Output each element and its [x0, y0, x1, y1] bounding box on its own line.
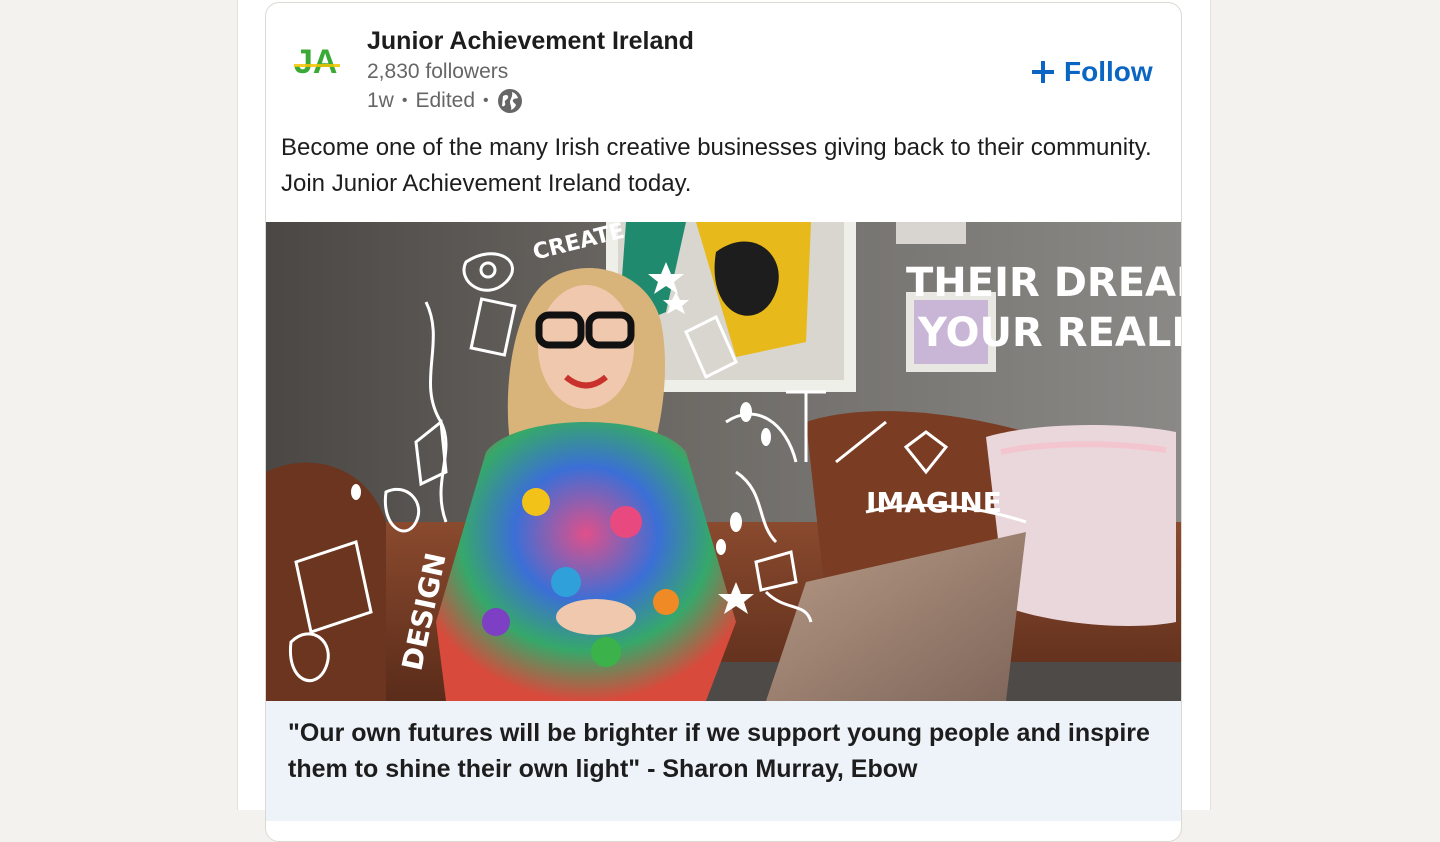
edited-label: Edited [415, 89, 476, 112]
doodle-imagine: IMAGINE [866, 486, 1002, 519]
post-image-illustration: CREATE IMAGINE DESIGN THEIR DREAMS. YOUR… [266, 222, 1181, 701]
post-meta: 1w • Edited • [367, 87, 523, 115]
post-image[interactable]: CREATE IMAGINE DESIGN THEIR DREAMS. YOUR… [266, 222, 1181, 701]
plus-icon [1032, 61, 1054, 83]
image-headline-line2: YOUR REALITY. [917, 310, 1181, 356]
separator-dot: • [401, 92, 408, 109]
follow-button[interactable]: Follow [1026, 50, 1157, 94]
follow-label: Follow [1064, 56, 1153, 87]
post-time: 1w [367, 89, 394, 112]
company-logo[interactable]: JA [292, 40, 344, 80]
image-headline-line1: THEIR DREAMS. [906, 260, 1181, 306]
post-text: Become one of the many Irish creative bu… [281, 134, 1152, 197]
separator-dot: • [483, 92, 489, 109]
globe-icon [497, 89, 522, 113]
company-name-link[interactable]: Junior Achievement Ireland [367, 27, 694, 56]
link-preview-title[interactable]: "Our own futures will be brighter if we … [288, 715, 1158, 787]
logo-text: JA [294, 43, 337, 80]
follower-count: 2,830 followers [367, 60, 509, 83]
